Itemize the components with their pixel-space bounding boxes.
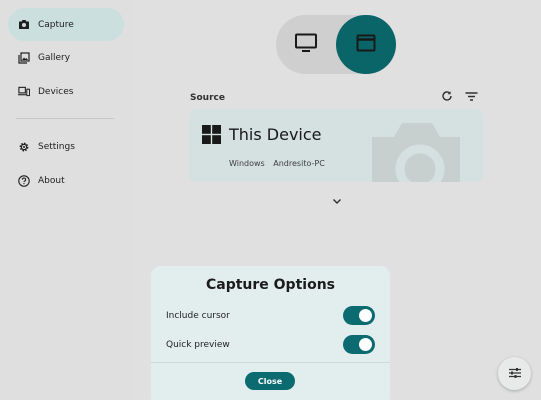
close-button[interactable]: Close xyxy=(245,372,295,390)
quick-preview-label: Quick preview xyxy=(166,340,230,350)
include-cursor-toggle[interactable] xyxy=(343,306,375,325)
dialog-divider xyxy=(151,362,390,363)
options-fab-button[interactable] xyxy=(498,357,531,390)
include-cursor-label: Include cursor xyxy=(166,311,230,321)
dialog-title: Capture Options xyxy=(205,277,335,293)
quick-preview-toggle[interactable] xyxy=(343,335,375,354)
toggle-knob xyxy=(359,338,372,351)
tune-icon xyxy=(508,364,522,383)
toggle-knob xyxy=(359,309,372,322)
capture-options-dialog: Capture Options Include cursor Quick pre… xyxy=(151,266,390,400)
